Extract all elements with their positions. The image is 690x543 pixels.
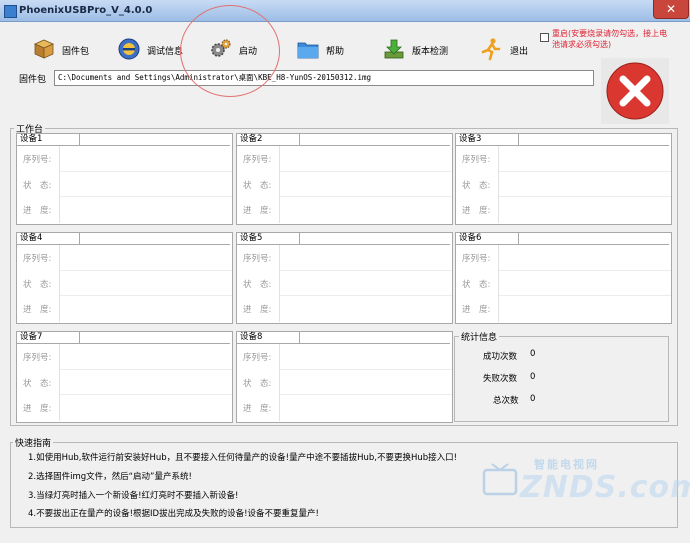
progress-label: 进 度:: [462, 305, 491, 315]
debug-icon: [118, 38, 140, 60]
status-label: 状 态:: [23, 181, 52, 191]
guide-line-2: 2.选择固件img文件，然后“启动”量产系统!: [28, 472, 192, 482]
progress-label: 进 度:: [23, 206, 52, 216]
progress-label: 进 度:: [243, 206, 272, 216]
serial-label: 序列号:: [462, 155, 491, 165]
toolbar-label: 退出: [510, 47, 529, 57]
download-icon: [384, 39, 404, 59]
status-label: 状 态:: [243, 280, 272, 290]
tv-logo-icon: [482, 463, 518, 496]
firmware-path-field[interactable]: C:\Documents and Settings\Administrator\…: [54, 70, 594, 86]
device-panel-4: 设备4 序列号: 状 态: 进 度:: [16, 232, 233, 324]
guide-label: 快速指南: [13, 436, 54, 449]
status-label: 状 态:: [243, 181, 272, 191]
restart-checkbox[interactable]: [540, 33, 549, 42]
status-label: 状 态:: [23, 280, 52, 290]
device-panel-6: 设备6 序列号: 状 态: 进 度:: [455, 232, 672, 324]
toolbar-label: 固件包: [62, 47, 90, 57]
progress-label: 进 度:: [462, 206, 491, 216]
guide-line-4: 4.不要拔出正在量产的设备!根据ID拔出完成及失败的设备!设备不要重复量产!: [28, 509, 319, 519]
progress-label: 进 度:: [243, 305, 272, 315]
status-label: 状 态:: [243, 379, 272, 389]
total-count-value: 0: [530, 394, 536, 404]
firmware-label: 固件包: [19, 75, 47, 85]
device-name: 设备3: [459, 134, 482, 144]
error-status-icon: [601, 58, 669, 124]
device-panel-2: 设备2 序列号: 状 态: 进 度:: [236, 133, 453, 225]
serial-label: 序列号:: [243, 254, 272, 264]
watermark-main: ZNDS.com: [520, 470, 690, 505]
znds-watermark: 智能电视网 ZNDS.com: [480, 450, 690, 520]
annotation-circle: [180, 5, 280, 97]
toolbar-label: 版本检测: [412, 47, 449, 57]
stats-label: 统计信息: [459, 330, 500, 343]
total-count-label: 总次数: [493, 396, 519, 406]
folder-help-icon: [297, 42, 319, 59]
device-name: 设备7: [20, 332, 43, 342]
guide-line-3: 3.当绿灯亮时插入一个新设备!红灯亮时不要插入新设备!: [28, 491, 239, 501]
device-panel-5: 设备5 序列号: 状 态: 进 度:: [236, 232, 453, 324]
serial-label: 序列号:: [23, 254, 52, 264]
title-bar: PhoenixUSBPro_V_4.0.0: [0, 0, 690, 22]
serial-label: 序列号:: [462, 254, 491, 264]
device-panel-1: 设备1 序列号: 状 态: 进 度:: [16, 133, 233, 225]
fail-count-value: 0: [530, 372, 536, 382]
status-label: 状 态:: [462, 280, 491, 290]
device-name: 设备1: [20, 134, 43, 144]
device-name: 设备8: [240, 332, 263, 342]
device-name: 设备4: [20, 233, 43, 243]
success-count-label: 成功次数: [483, 352, 518, 362]
close-button[interactable]: ✕: [653, 0, 689, 19]
toolbar-label: 调试信息: [147, 47, 184, 57]
serial-label: 序列号:: [243, 353, 272, 363]
restart-label: 重启(安要烧录请勿勾选，接上电池请求必须勾选): [552, 29, 668, 49]
app-icon: [4, 5, 17, 18]
status-label: 状 态:: [23, 379, 52, 389]
success-count-value: 0: [530, 349, 536, 359]
device-name: 设备5: [240, 233, 263, 243]
status-label: 状 态:: [462, 181, 491, 191]
package-icon: [34, 39, 54, 59]
device-panel-7: 设备7 序列号: 状 态: 进 度:: [16, 331, 233, 423]
progress-label: 进 度:: [23, 305, 52, 315]
serial-label: 序列号:: [243, 155, 272, 165]
guide-line-1: 1.如使用Hub,软件运行前安装好Hub，且不要接入任何待量产的设备!量产中途不…: [28, 453, 458, 463]
serial-label: 序列号:: [23, 353, 52, 363]
toolbar-label: 帮助: [326, 47, 345, 57]
progress-label: 进 度:: [23, 404, 52, 414]
running-man-icon: [481, 38, 501, 61]
serial-label: 序列号:: [23, 155, 52, 165]
fail-count-label: 失败次数: [483, 374, 518, 384]
window-title: PhoenixUSBPro_V_4.0.0: [19, 5, 153, 16]
device-panel-3: 设备3 序列号: 状 态: 进 度:: [455, 133, 672, 225]
device-name: 设备2: [240, 134, 263, 144]
device-name: 设备6: [459, 233, 482, 243]
progress-label: 进 度:: [243, 404, 272, 414]
device-panel-8: 设备8 序列号: 状 态: 进 度:: [236, 331, 453, 423]
